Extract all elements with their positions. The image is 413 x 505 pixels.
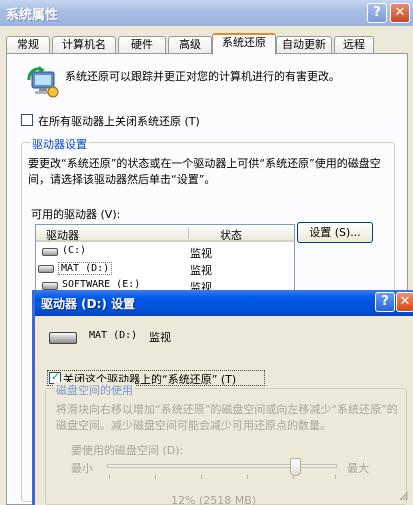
intro-text: 系统还原可以跟踪并更正对您的计算机进行的有害更改。 bbox=[65, 70, 340, 83]
tab-system-restore[interactable]: 系统还原 bbox=[212, 33, 276, 55]
dialog-close-button[interactable]: ✕ bbox=[396, 292, 413, 312]
drive-row-c[interactable]: (C:) 监视 bbox=[36, 244, 294, 260]
slider-track[interactable] bbox=[107, 464, 337, 468]
drive-status: 监视 bbox=[190, 247, 212, 260]
drive-row-d[interactable]: MAT (D:) 监视 bbox=[36, 261, 294, 277]
resize-grip-icon[interactable] bbox=[397, 489, 409, 501]
slider-tick bbox=[155, 475, 156, 479]
drive-settings-description: 要更改“系统还原”的状态或在一个驱动器上可供“系统还原”使用的磁盘空间，请选择该… bbox=[28, 157, 381, 186]
close-button[interactable]: ✕ bbox=[390, 3, 410, 23]
tab-advanced[interactable]: 高级 bbox=[168, 36, 212, 54]
column-separator bbox=[188, 227, 189, 239]
dialog-title-bar[interactable]: 驱动器 (D:) 设置 ? ✕ bbox=[35, 290, 413, 316]
dialog-drive-status: 监视 bbox=[149, 331, 171, 344]
drive-name: (C:) bbox=[62, 245, 87, 256]
dialog-drive-name: MAT (D:) bbox=[89, 330, 138, 341]
disk-slider[interactable] bbox=[35, 354, 413, 504]
drive-icon bbox=[38, 265, 54, 273]
drive-icon bbox=[42, 248, 58, 256]
drive-settings-dialog: 驱动器 (D:) 设置 ? ✕ MAT (D:) 监视 关闭这个驱动器上的“系统… bbox=[32, 290, 413, 505]
help-button[interactable]: ? bbox=[367, 3, 387, 23]
column-drive[interactable]: 驱动器 bbox=[46, 227, 79, 243]
drive-settings-title: 驱动器设置 bbox=[30, 136, 89, 152]
drive-name: MAT (D:) bbox=[58, 262, 113, 275]
drive-status: 监视 bbox=[190, 264, 212, 277]
slider-tick bbox=[293, 475, 294, 479]
tab-strip: 常规 计算机名 硬件 高级 系统还原 自动更新 远程 bbox=[6, 33, 406, 55]
slider-thumb[interactable] bbox=[289, 458, 301, 476]
window-title: 系统属性 bbox=[6, 8, 59, 23]
drive-list-header: 驱动器 状态 bbox=[36, 225, 294, 242]
system-restore-icon bbox=[27, 66, 59, 98]
dialog-title: 驱动器 (D:) 设置 bbox=[41, 297, 136, 311]
tab-remote[interactable]: 远程 bbox=[334, 36, 374, 54]
title-bar[interactable]: 系统属性 ? ✕ bbox=[0, 0, 413, 26]
available-drives-label: 可用的驱动器 (V): bbox=[31, 208, 121, 221]
tab-general[interactable]: 常规 bbox=[6, 36, 50, 54]
dialog-body: MAT (D:) 监视 关闭这个驱动器上的“系统还原” (T) 磁盘空间的使用 … bbox=[35, 316, 413, 505]
drive-name: SOFTWARE (E:) bbox=[62, 279, 141, 290]
column-status[interactable]: 状态 bbox=[220, 227, 242, 243]
drive-icon bbox=[49, 332, 77, 344]
tab-automatic-updates[interactable]: 自动更新 bbox=[276, 36, 332, 54]
turn-off-all-label: 在所有驱动器上关闭系统还原 (T) bbox=[38, 115, 200, 128]
dialog-help-button[interactable]: ? bbox=[375, 292, 395, 312]
slider-tick bbox=[247, 475, 248, 479]
slider-tick bbox=[201, 475, 202, 479]
slider-tick bbox=[335, 475, 336, 479]
tab-computer-name[interactable]: 计算机名 bbox=[52, 36, 116, 54]
settings-button[interactable]: 设置 (S)... bbox=[297, 222, 373, 243]
drive-icon bbox=[42, 282, 58, 290]
tab-hardware[interactable]: 硬件 bbox=[118, 36, 166, 54]
turn-off-all-checkbox[interactable] bbox=[21, 114, 33, 126]
slider-value-text: 12% (2518 MB) bbox=[171, 494, 257, 505]
slider-tick bbox=[109, 475, 110, 479]
